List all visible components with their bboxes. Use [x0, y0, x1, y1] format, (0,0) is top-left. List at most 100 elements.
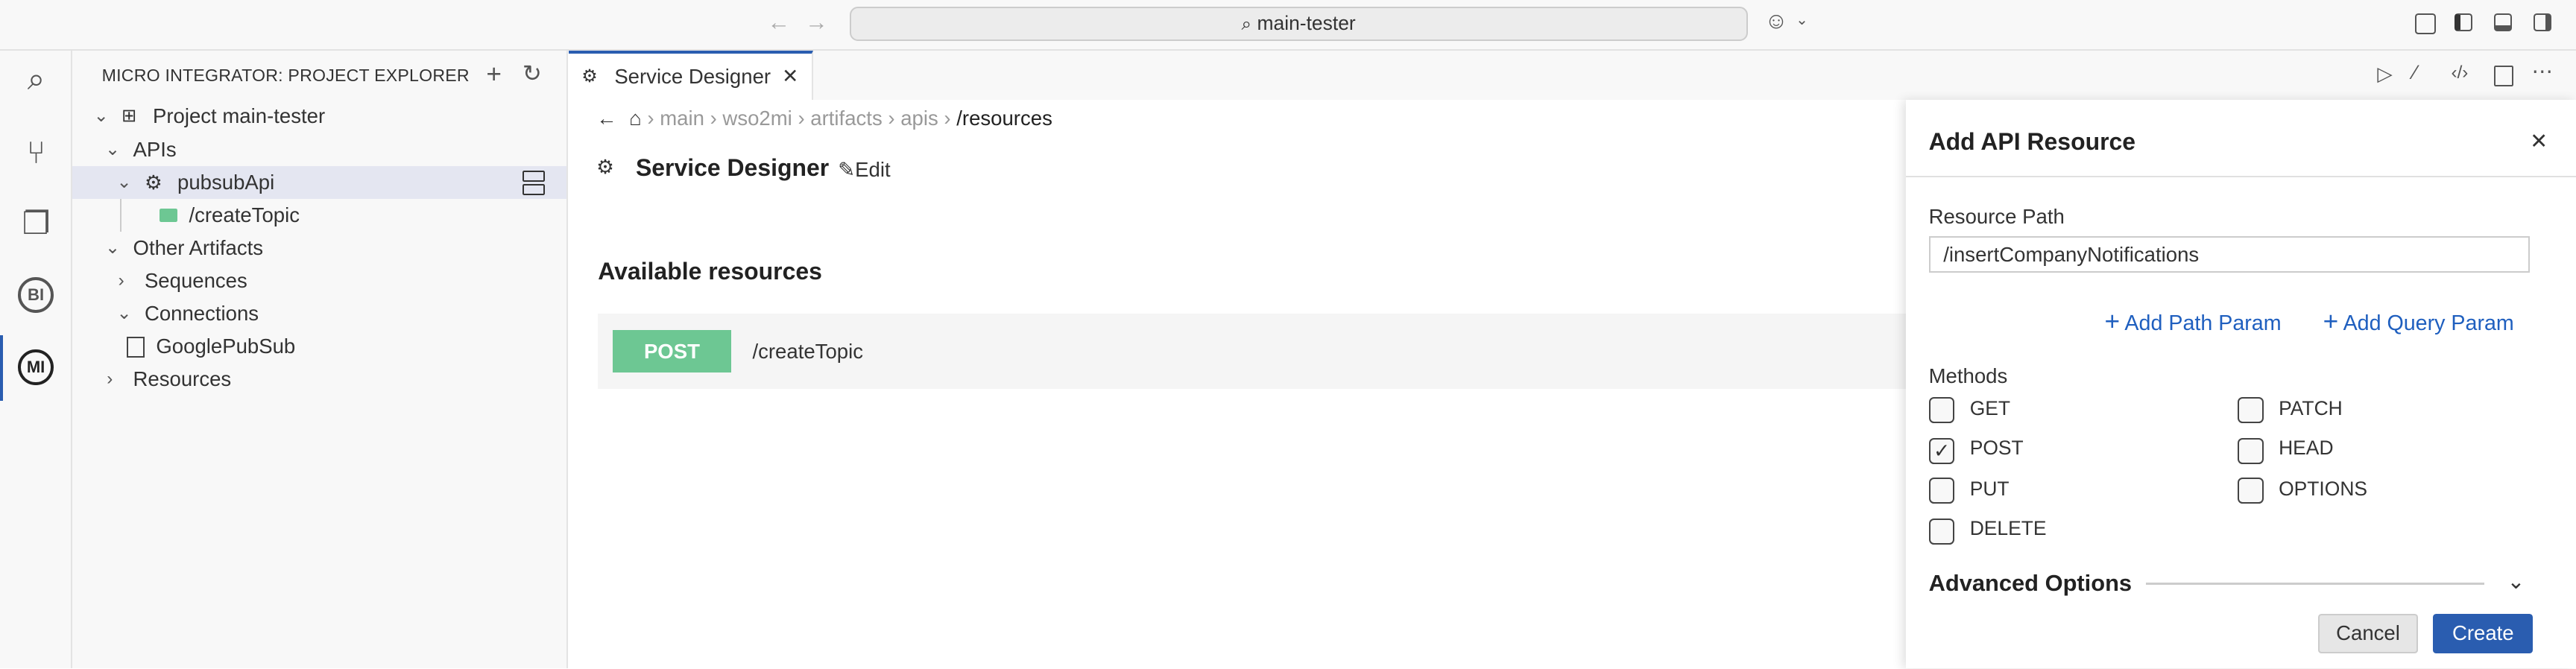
tree-label: Resources	[133, 367, 232, 391]
resource-path: /createTopic	[752, 340, 863, 364]
breadcrumb-item[interactable]: apis	[900, 107, 938, 130]
methods-label: Methods	[1928, 364, 2008, 388]
search-icon: ⌕	[1241, 13, 1252, 34]
add-path-param-label: Add Path Param	[2124, 311, 2282, 336]
edit-label: Edit	[855, 157, 891, 181]
home-icon[interactable]: ⌂	[629, 107, 642, 130]
tree-label: pubsubApi	[177, 170, 275, 194]
tree-label: APIs	[133, 137, 177, 161]
page-title: Service Designer	[635, 154, 830, 182]
method-label: HEAD	[2279, 437, 2334, 460]
resource-path-input[interactable]	[1928, 236, 2531, 273]
back-arrow-icon[interactable]: ←	[596, 107, 617, 130]
open-designer-icon[interactable]	[522, 171, 546, 183]
add-icon[interactable]: +	[486, 60, 502, 87]
search-icon[interactable]: ⌕	[15, 61, 57, 104]
divider	[1905, 175, 2576, 178]
checkbox-delete[interactable]	[1928, 519, 1955, 545]
chevron-down-icon[interactable]: ⌄	[1796, 13, 1808, 28]
section-title: Available resources	[598, 258, 822, 285]
forward-arrow-icon[interactable]: →	[805, 10, 828, 34]
refresh-icon[interactable]: ↻	[523, 62, 542, 86]
sidebar-title: MICRO INTEGRATOR: PROJECT EXPLORER	[101, 66, 470, 86]
chevron-right-icon: ›	[107, 369, 113, 390]
post-badge-icon	[159, 208, 178, 222]
tree-label: Sequences	[144, 268, 247, 292]
checkbox-post[interactable]: ✓	[1928, 438, 1955, 465]
back-arrow-icon[interactable]: ←	[767, 10, 790, 34]
tree-item-sequences[interactable]: › Sequences	[72, 264, 566, 297]
tree-item-other-artifacts[interactable]: ⌄ Other Artifacts	[72, 232, 566, 264]
method-label: PATCH	[2279, 397, 2343, 420]
chevron-down-icon: ⌄	[116, 171, 132, 192]
tree-item-googlepubsub[interactable]: GooglePubSub	[72, 330, 566, 363]
tree-label: Other Artifacts	[133, 235, 264, 259]
project-explorer: MICRO INTEGRATOR: PROJECT EXPLORER + ↻ ⌄…	[72, 51, 569, 669]
split-editor-icon[interactable]	[2493, 66, 2513, 87]
checkbox-patch[interactable]	[2237, 397, 2264, 424]
chevron-down-icon: ⌄	[93, 106, 109, 127]
project-icon: ⊞	[121, 106, 137, 127]
tree-label: GooglePubSub	[156, 334, 296, 358]
run-icon[interactable]: ▷	[2377, 64, 2392, 83]
breadcrumb-item[interactable]: main	[660, 107, 704, 130]
toggle-secondary-sidebar-icon[interactable]	[2533, 13, 2551, 31]
explorer-files-icon[interactable]: ❐	[15, 205, 57, 247]
gear-icon: ⚙	[581, 66, 598, 87]
close-tab-icon[interactable]: ✕	[782, 54, 798, 100]
method-badge: POST	[613, 330, 731, 373]
tab-service-designer[interactable]: ⚙ Service Designer ✕	[568, 51, 814, 101]
divider	[2145, 583, 2484, 585]
breadcrumb-item[interactable]: wso2mi	[722, 107, 792, 130]
source-control-icon[interactable]: ⑂	[15, 135, 57, 177]
connection-icon	[126, 336, 145, 358]
activity-bar: ⌕ ⑂ ❐ BI MI	[0, 51, 72, 669]
add-api-resource-panel: Add API Resource ✕ Resource Path + Add P…	[1905, 100, 2576, 669]
plus-icon: +	[2104, 307, 2121, 337]
add-query-param-button[interactable]: + Add Query Param	[2323, 307, 2514, 337]
tree-item-project[interactable]: ⌄ ⊞ Project main-tester	[72, 100, 566, 133]
create-button[interactable]: Create	[2433, 614, 2534, 653]
gear-icon: ⚙	[144, 171, 162, 194]
tree-item-apis[interactable]: ⌄ APIs	[72, 133, 566, 166]
source-code-icon[interactable]: ‹/›	[2452, 63, 2469, 82]
customize-layout-icon[interactable]	[2415, 13, 2437, 34]
checkbox-options[interactable]	[2237, 478, 2264, 504]
tree-label: /createTopic	[189, 203, 300, 226]
chevron-down-icon[interactable]: ⌄	[2507, 568, 2525, 595]
mi-extension-icon[interactable]: MI	[18, 349, 54, 386]
resource-row[interactable]: POST /createTopic	[598, 313, 1913, 390]
checkbox-head[interactable]	[2237, 438, 2264, 465]
gear-icon: ⚙	[596, 156, 614, 179]
checkbox-put[interactable]	[1928, 478, 1955, 504]
edit-button[interactable]: ✎Edit	[838, 158, 891, 182]
add-query-param-label: Add Query Param	[2343, 311, 2514, 336]
toggle-primary-sidebar-icon[interactable]	[2454, 13, 2473, 31]
add-path-param-button[interactable]: + Add Path Param	[2104, 307, 2281, 337]
copilot-icon[interactable]: ☺	[1764, 9, 1788, 33]
checkbox-get[interactable]	[1928, 397, 1955, 424]
breadcrumb-item[interactable]: artifacts	[810, 107, 882, 130]
chevron-down-icon: ⌄	[105, 237, 121, 258]
magic-wand-icon[interactable]: ⁄	[2414, 63, 2416, 82]
method-label: PUT	[1969, 478, 2010, 501]
tree-item-connections[interactable]: ⌄ Connections	[72, 297, 566, 330]
advanced-options-title[interactable]: Advanced Options	[1929, 570, 2133, 597]
tab-label: Service Designer	[614, 65, 771, 89]
close-icon[interactable]: ✕	[2530, 128, 2548, 154]
pencil-icon: ✎	[838, 157, 856, 181]
panel-title: Add API Resource	[1928, 127, 2136, 155]
cancel-button[interactable]: Cancel	[2317, 614, 2418, 653]
title-bar: ← → ⌕ main-tester ☺ ⌄	[0, 0, 2576, 51]
more-actions-icon[interactable]: ⋯	[2532, 60, 2554, 83]
tree-item-createtopic[interactable]: /createTopic	[72, 199, 566, 232]
editor-tab-bar: ⚙ Service Designer ✕ ▷ ⁄ ‹/› ⋯	[568, 51, 2576, 102]
toggle-panel-icon[interactable]	[2493, 13, 2513, 31]
tree-label: Connections	[144, 301, 259, 325]
command-center-search[interactable]: ⌕ main-tester	[849, 6, 1748, 41]
tree-label: Project main-tester	[152, 104, 326, 128]
bi-extension-icon[interactable]: BI	[18, 277, 54, 314]
tree-item-resources[interactable]: › Resources	[72, 363, 566, 396]
tree-item-pubsubapi[interactable]: ⌄ ⚙ pubsubApi	[72, 165, 567, 199]
breadcrumb: ← ⌂ › main › wso2mi › artifacts › apis ›…	[596, 107, 1052, 130]
